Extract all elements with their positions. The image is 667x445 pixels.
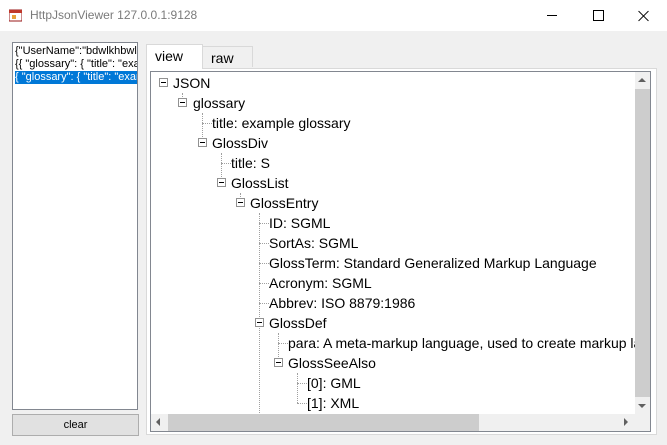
- clear-button[interactable]: clear: [12, 414, 139, 436]
- tree-connector: [278, 343, 288, 344]
- collapse-icon[interactable]: [159, 78, 168, 87]
- tree-connector: [202, 123, 212, 124]
- horizontal-scroll-thumb[interactable]: [168, 414, 479, 431]
- tree-node[interactable]: GlossDiv: [212, 135, 268, 151]
- tree-node[interactable]: SortAs: SGML: [269, 235, 358, 251]
- title-bar[interactable]: HttpJsonViewer 127.0.0.1:9128: [0, 0, 667, 31]
- list-item[interactable]: {{ "glossary": { "title": "example gloss…: [15, 58, 137, 71]
- tree-connector: [259, 223, 269, 224]
- scroll-right-icon[interactable]: [624, 418, 628, 426]
- tree-node[interactable]: title: S: [231, 155, 270, 171]
- collapse-icon[interactable]: [255, 318, 264, 327]
- window-title: HttpJsonViewer 127.0.0.1:9128: [30, 8, 198, 22]
- collapse-icon[interactable]: [178, 98, 187, 107]
- scroll-left-icon[interactable]: [156, 418, 160, 426]
- close-button[interactable]: [621, 0, 667, 31]
- tree-node[interactable]: GlossSeeAlso: [288, 355, 376, 371]
- scroll-up-icon[interactable]: [638, 78, 646, 82]
- scroll-down-icon[interactable]: [638, 404, 646, 408]
- collapse-icon[interactable]: [274, 358, 283, 367]
- scrollbar-corner: [635, 414, 650, 431]
- tree-node[interactable]: [0]: GML: [307, 375, 361, 391]
- tree-node[interactable]: [1]: XML: [307, 395, 359, 411]
- tree-connector: [297, 373, 298, 403]
- tab-raw[interactable]: raw: [202, 46, 253, 67]
- tree-node[interactable]: Acronym: SGML: [269, 275, 372, 291]
- tree-connector: [259, 263, 269, 264]
- collapse-icon[interactable]: [198, 138, 207, 147]
- tree-node[interactable]: GlossEntry: [250, 195, 318, 211]
- tree-node[interactable]: Abbrev: ISO 8879:1986: [269, 295, 415, 311]
- tree-node[interactable]: glossary: [193, 95, 245, 111]
- tree-node-root[interactable]: JSON: [173, 75, 210, 91]
- tree-node[interactable]: ID: SGML: [269, 215, 330, 231]
- tree-connector: [221, 163, 231, 164]
- list-item-selected[interactable]: { "glossary": { "title": "example glossa…: [15, 71, 137, 84]
- tree-node[interactable]: title: example glossary: [212, 115, 351, 131]
- request-list[interactable]: {"UserName":"bdwlkhbwlkjhbfuhkbbwbwke"} …: [12, 42, 138, 410]
- tree-node[interactable]: GlossTerm: Standard Generalized Markup L…: [269, 255, 597, 271]
- tab-view[interactable]: view: [146, 44, 203, 69]
- collapse-icon[interactable]: [217, 178, 226, 187]
- tree-connector: [259, 303, 269, 304]
- maximize-button[interactable]: [575, 0, 621, 31]
- minimize-button[interactable]: [529, 0, 575, 31]
- tree-node[interactable]: GlossDef: [269, 315, 327, 331]
- app-icon: [9, 9, 22, 22]
- tree-node[interactable]: GlossList: [231, 175, 289, 191]
- tree-connector: [297, 403, 307, 404]
- list-item[interactable]: {"UserName":"bdwlkhbwlkjhbfuhkbbwbwke"}: [15, 45, 137, 58]
- tree-connector: [259, 283, 269, 284]
- tree-node[interactable]: para: A meta-markup language, used to cr…: [288, 335, 650, 351]
- tree-connector: [259, 243, 269, 244]
- tree-connector: [297, 383, 307, 384]
- vertical-scroll-thumb[interactable]: [635, 89, 650, 397]
- json-tree-view[interactable]: JSON glossary title: example glossary Gl…: [150, 71, 651, 432]
- collapse-icon[interactable]: [236, 198, 245, 207]
- app-window: HttpJsonViewer 127.0.0.1:9128 {"UserName…: [0, 0, 667, 445]
